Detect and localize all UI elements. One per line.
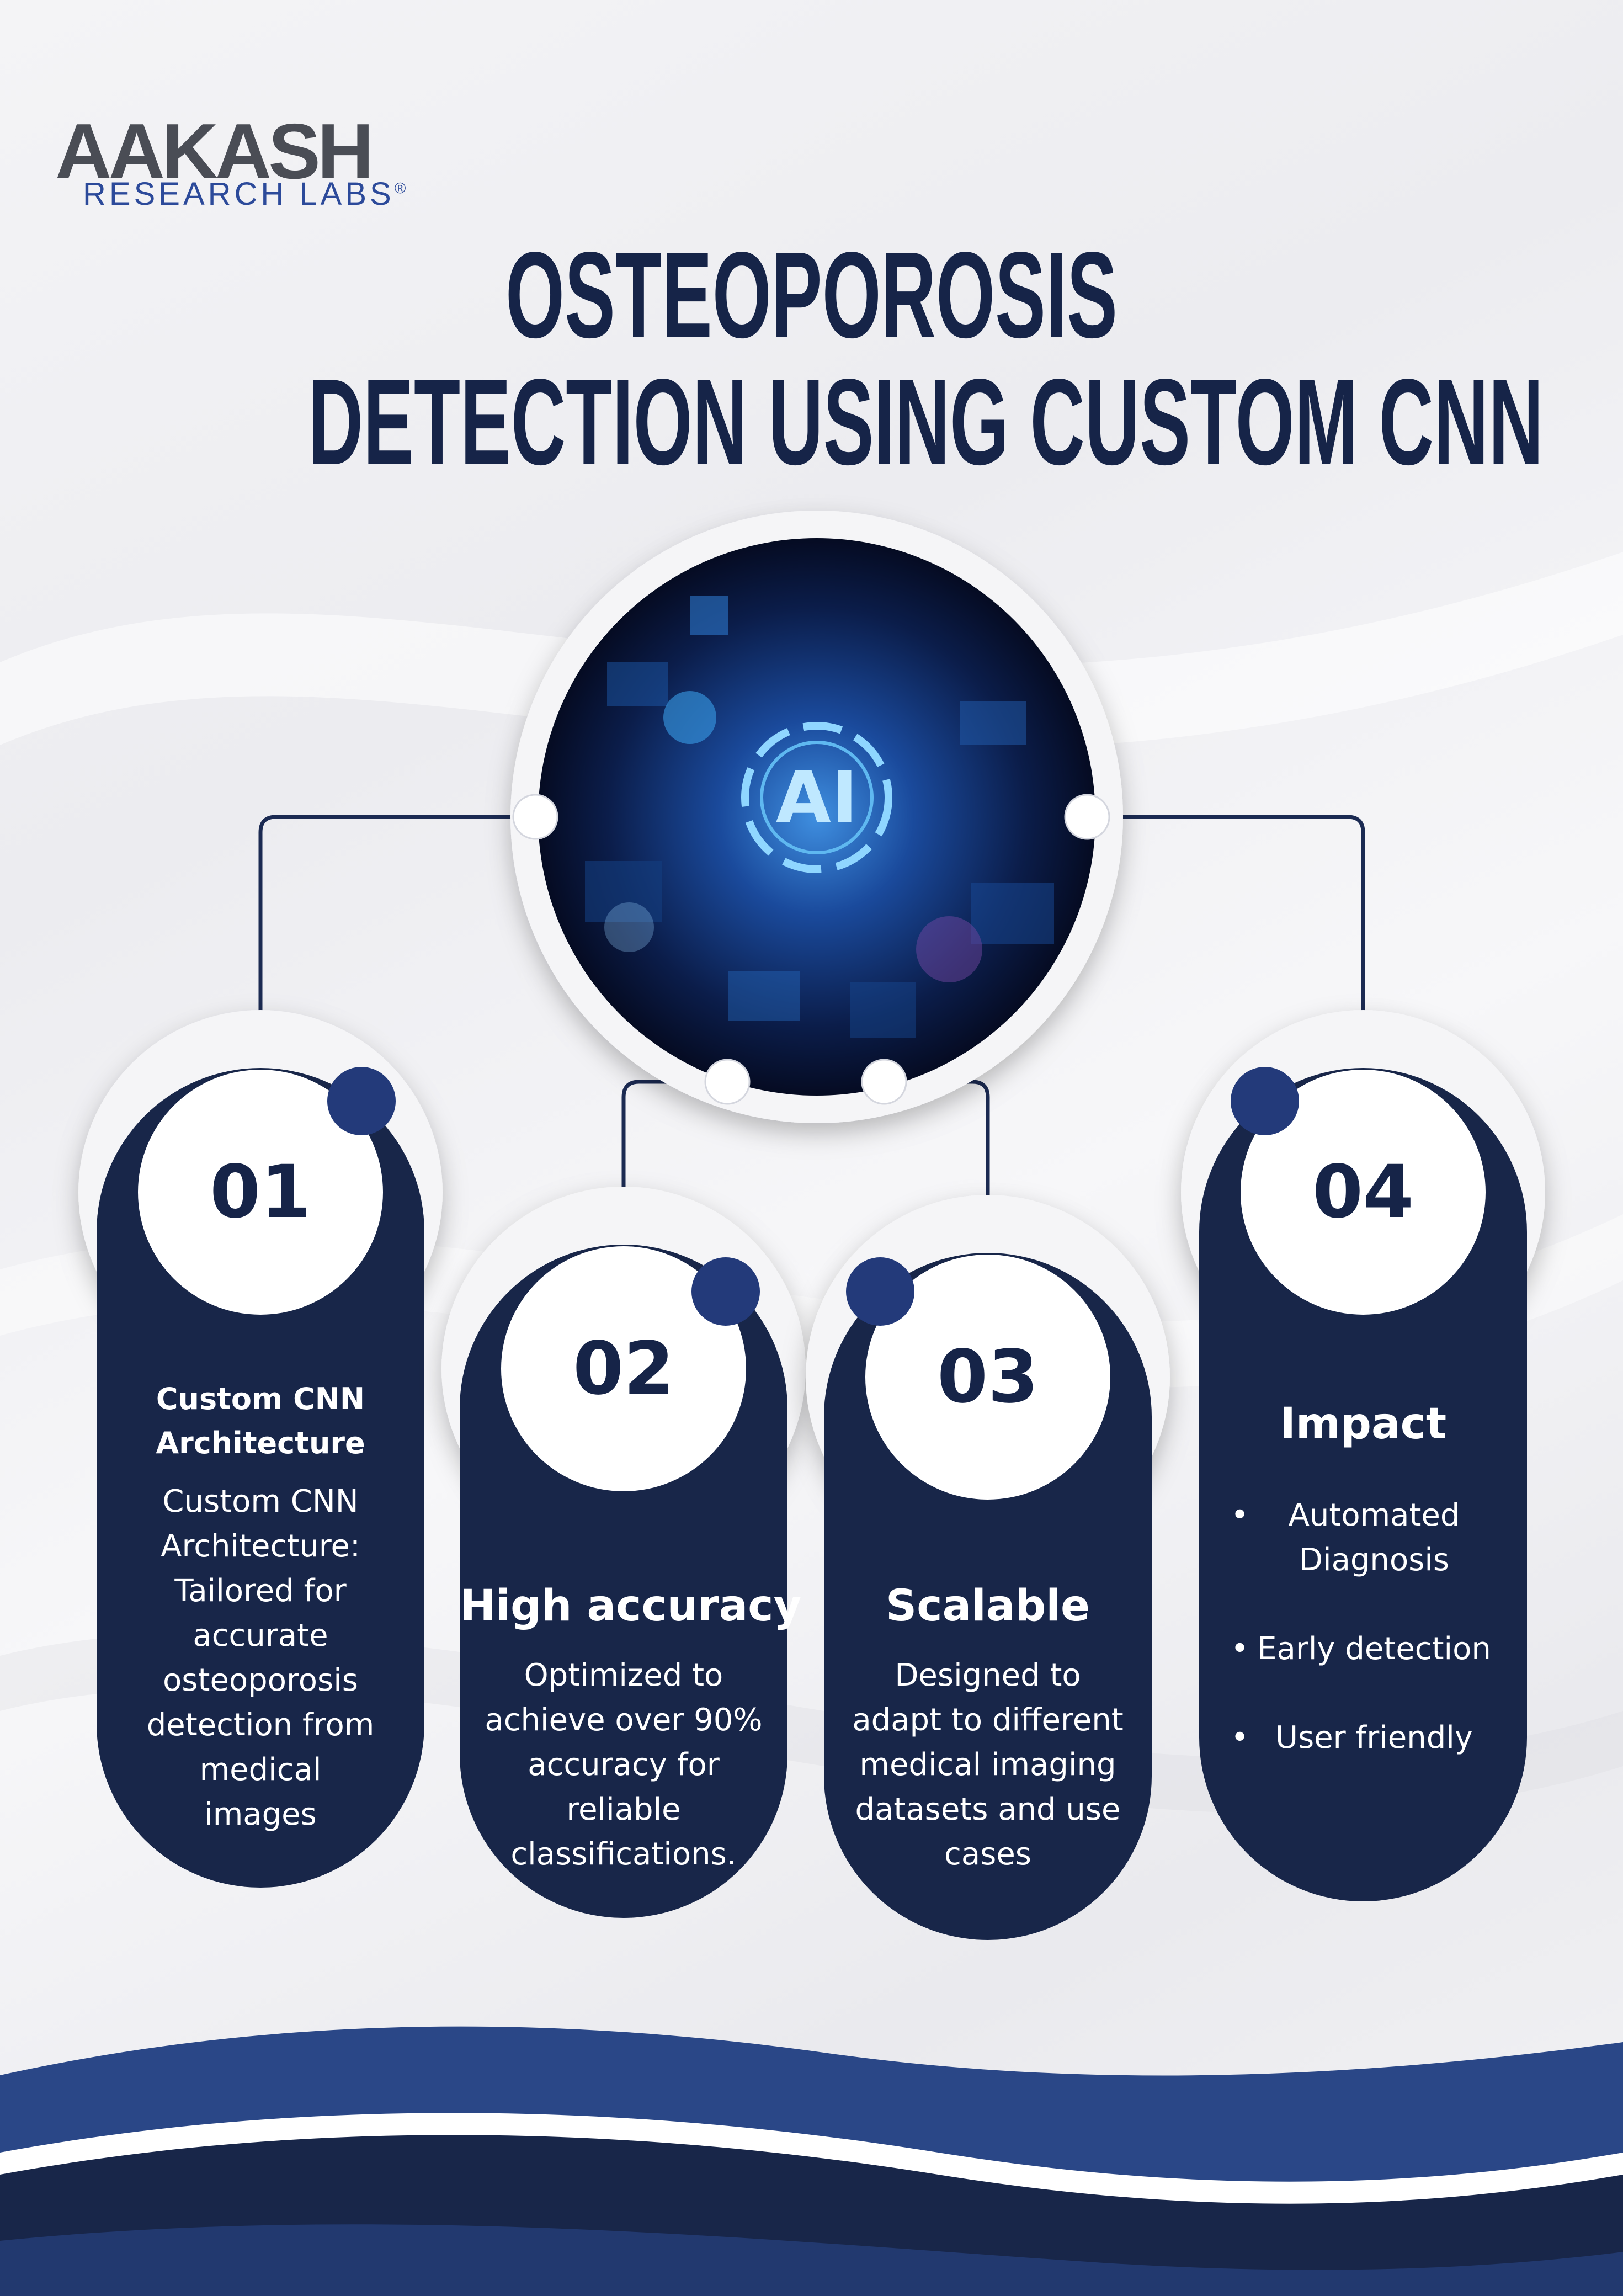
impact-item-2: Early detection	[1231, 1627, 1512, 1671]
text-line: detection from	[146, 1707, 375, 1743]
text-line: images	[204, 1797, 317, 1832]
text-line: Designed to	[895, 1657, 1081, 1693]
impact-item-1-line-2: Diagnosis	[1299, 1542, 1450, 1578]
impact-item-3: User friendly	[1231, 1715, 1512, 1760]
accent-dot	[1231, 1067, 1299, 1135]
text-line: reliable	[566, 1792, 681, 1827]
accent-dot	[691, 1257, 760, 1326]
step-title-01: Custom CNN Architecture	[108, 1377, 413, 1465]
step-title-04: Impact	[1279, 1399, 1447, 1449]
step-text-03: Designed to adapt to different medical i…	[835, 1653, 1141, 1877]
step-text-01: Custom CNN Architecture: Tailored for ac…	[108, 1479, 413, 1837]
text-line: accuracy for	[528, 1747, 720, 1783]
step-number-01: 01	[210, 1150, 311, 1235]
text-line: Tailored for	[174, 1573, 347, 1609]
accent-dot	[846, 1257, 914, 1326]
impact-item-3-line-1: User friendly	[1275, 1720, 1473, 1756]
text-line: classifications.	[510, 1836, 737, 1872]
impact-item-2-line-1: Early detection	[1257, 1631, 1491, 1667]
step-text-02: Optimized to achieve over 90% accuracy f…	[471, 1653, 776, 1877]
text-line: osteoporosis	[163, 1662, 358, 1698]
accent-dot	[327, 1067, 396, 1135]
text-line: accurate	[193, 1618, 328, 1654]
text-line: Optimized to	[524, 1657, 723, 1693]
text-line: Architecture:	[161, 1528, 360, 1564]
text-line: medical imaging	[859, 1747, 1116, 1783]
infographic	[0, 480, 1623, 2296]
hero-ai-label: AI	[775, 756, 858, 839]
step-number-04: 04	[1312, 1150, 1414, 1235]
bottom-waves	[0, 2026, 1623, 2296]
impact-item-1-line-1: Automated	[1288, 1497, 1460, 1533]
text-line: Custom CNN	[162, 1484, 359, 1519]
text-line: datasets and use	[855, 1792, 1121, 1827]
step-title-01-line-1: Custom CNN	[156, 1381, 365, 1416]
impact-list: Automated Diagnosis Early detection User…	[1231, 1493, 1512, 1804]
step-title-03: Scalable	[886, 1581, 1090, 1631]
text-line: medical	[199, 1752, 322, 1788]
step-number-02: 02	[573, 1326, 674, 1411]
text-line: achieve over 90%	[485, 1702, 763, 1738]
text-line: adapt to different	[852, 1702, 1124, 1738]
step-number-03: 03	[937, 1335, 1039, 1420]
impact-item-1: Automated Diagnosis	[1231, 1493, 1512, 1582]
step-title-02: High accuracy	[460, 1581, 802, 1631]
step-title-01-line-2: Architecture	[156, 1426, 365, 1460]
text-line: cases	[944, 1836, 1031, 1872]
